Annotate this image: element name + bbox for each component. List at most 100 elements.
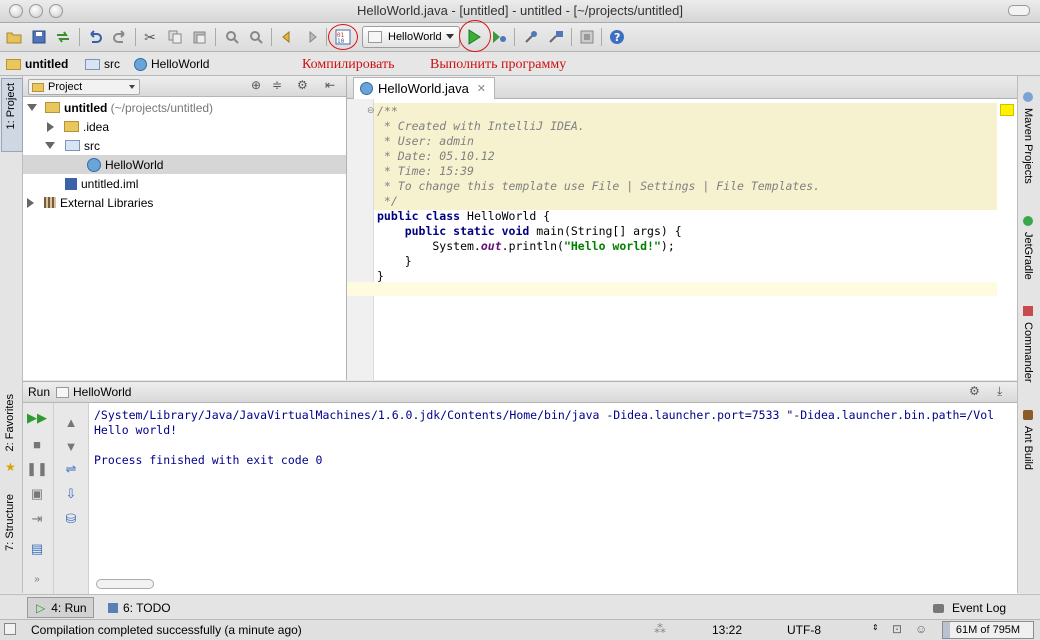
sdk-icon[interactable] — [577, 27, 597, 47]
layout-icon[interactable]: ▤ — [29, 541, 45, 556]
toggle-tool-buttons-icon[interactable] — [4, 623, 16, 635]
tree-row-src[interactable]: src — [23, 136, 346, 155]
structure-icon[interactable] — [546, 27, 566, 47]
run-config-combo[interactable]: HelloWorld — [362, 26, 460, 48]
run-icon[interactable] — [464, 27, 484, 47]
gear-icon[interactable]: ⚙ — [969, 384, 980, 398]
left-tool-stripe: 1: Project 2: Favorites ★ 7: Structure — [0, 76, 23, 593]
folder-icon — [85, 58, 100, 70]
tree-row-helloworld[interactable]: HelloWorld — [23, 155, 346, 174]
breadcrumb-src[interactable]: src — [85, 56, 120, 72]
exit-icon[interactable]: ⇥ — [29, 511, 45, 526]
pause-icon[interactable]: ❚❚ — [26, 461, 48, 476]
code-editor[interactable]: HelloWorld.java ✕ ⊖ /** * Created with I… — [347, 76, 1017, 380]
tool-tab-project-label: 1: Project — [5, 83, 17, 130]
horizontal-scrollbar[interactable] — [96, 579, 154, 589]
breadcrumb-project[interactable]: untitled — [6, 56, 68, 72]
tool-tab-project[interactable]: 1: Project — [1, 78, 23, 152]
toolbar-toggle-button[interactable] — [1008, 5, 1030, 16]
save-icon[interactable] — [29, 27, 49, 47]
tab-helloworld-java[interactable]: HelloWorld.java ✕ — [353, 77, 495, 99]
svg-text:?: ? — [614, 31, 620, 44]
tree-row-idea[interactable]: .idea — [23, 117, 346, 136]
console-output[interactable]: /System/Library/Java/JavaVirtualMachines… — [94, 408, 999, 588]
run-toolbar-primary: ▶▶ ■ ❚❚ ▣ ⇥ ▤ » — [23, 403, 54, 594]
project-view-combo[interactable]: Project — [28, 79, 140, 95]
clear-all-icon[interactable]: ⛁ — [63, 511, 79, 526]
tree-row-iml[interactable]: untitled.iml — [23, 174, 346, 193]
expand-arrow-icon[interactable] — [45, 142, 55, 149]
tool-tab-run[interactable]: ▷ 4: Run — [27, 597, 94, 618]
keyword: public class — [377, 209, 461, 223]
tool-tab-maven[interactable]: Maven Projects — [1022, 108, 1034, 184]
inspector-icon[interactable]: ☺ — [915, 622, 927, 636]
caret-position[interactable]: 13:22 — [712, 623, 742, 637]
tree-row-root[interactable]: untitled (~/projects/untitled) — [23, 98, 346, 117]
console-line: /System/Library/Java/JavaVirtualMachines… — [94, 408, 995, 422]
encoding-selector[interactable]: UTF-8 — [787, 623, 821, 637]
back-icon[interactable] — [277, 27, 297, 47]
find-icon[interactable] — [222, 27, 242, 47]
tool-tab-structure[interactable]: 7: Structure — [4, 494, 16, 551]
tree-label: untitled — [64, 100, 108, 115]
maven-icon — [1023, 92, 1033, 102]
breadcrumb-label: HelloWorld — [151, 57, 210, 71]
minimize-panel-icon[interactable]: ⤓ — [997, 384, 1002, 399]
make-icon[interactable]: 01 10 — [333, 27, 353, 47]
help-icon[interactable]: ? — [607, 27, 627, 47]
class-icon — [134, 57, 147, 71]
settings-icon[interactable] — [521, 27, 541, 47]
code-line-12: } — [377, 269, 384, 283]
project-panel-header: Project ⊕ ≑ ⚙ ⇤ — [23, 76, 346, 97]
lock-icon[interactable]: ⊡ — [892, 622, 902, 636]
open-icon[interactable] — [4, 27, 24, 47]
locate-icon[interactable]: ⊕ — [251, 78, 261, 92]
scroll-to-end-icon[interactable]: ⇩ — [63, 486, 79, 501]
expand-arrow-icon[interactable] — [47, 121, 54, 132]
arrow-down-icon[interactable]: ▼ — [63, 439, 79, 454]
tool-tab-event-log[interactable]: Event Log — [933, 601, 1006, 615]
inspection-status-icon[interactable] — [1000, 104, 1014, 116]
gear-icon[interactable]: ⚙ — [297, 78, 308, 92]
source-folder-icon — [65, 140, 80, 151]
hide-icon[interactable]: ⇤ — [325, 78, 335, 92]
redo-icon[interactable] — [110, 27, 130, 47]
memory-indicator[interactable]: 61M of 795M — [942, 621, 1034, 639]
tree-label: External Libraries — [60, 195, 154, 210]
tool-tab-ant-build[interactable]: Ant Build — [1022, 426, 1034, 470]
fold-icon[interactable]: ⊖ — [367, 105, 375, 116]
soft-wrap-icon[interactable]: ⇌ — [63, 461, 79, 476]
dump-threads-icon[interactable]: ▣ — [29, 486, 45, 501]
tool-tab-jetgradle[interactable]: JetGradle — [1022, 232, 1034, 280]
expand-arrow-icon[interactable] — [27, 104, 37, 111]
tree-row-libraries[interactable]: External Libraries — [23, 193, 346, 212]
rerun-icon[interactable]: ▶▶ — [27, 410, 47, 425]
close-icon[interactable]: ✕ — [477, 82, 486, 95]
code-line-2: * Created with IntelliJ IDEA. — [377, 119, 585, 133]
forward-icon[interactable] — [302, 27, 322, 47]
toolbar-separator — [514, 28, 515, 46]
sync-icon[interactable] — [53, 27, 73, 47]
replace-icon[interactable] — [246, 27, 266, 47]
arrow-up-icon[interactable]: ▲ — [63, 415, 79, 430]
code-line-8: public class HelloWorld { — [377, 209, 550, 224]
tool-tab-todo[interactable]: 6: TODO — [108, 601, 171, 615]
collapse-icon[interactable]: ≑ — [272, 78, 282, 92]
tool-tab-commander[interactable]: Commander — [1022, 322, 1034, 383]
folder-icon — [64, 121, 79, 132]
stop-icon[interactable]: ■ — [29, 437, 45, 452]
folder-icon — [32, 82, 44, 92]
tool-tab-event-log-label: Event Log — [952, 601, 1007, 615]
breadcrumb-label: untitled — [25, 57, 69, 71]
copy-icon[interactable] — [165, 27, 185, 47]
tool-tab-favorites[interactable]: 2: Favorites — [4, 394, 16, 451]
paste-icon[interactable] — [190, 27, 210, 47]
run-tab-label[interactable]: HelloWorld — [73, 385, 131, 399]
undo-icon[interactable] — [85, 27, 105, 47]
more-icon[interactable]: » — [29, 572, 45, 586]
cut-icon[interactable]: ✂ — [140, 27, 160, 47]
debug-icon[interactable] — [489, 27, 509, 47]
breadcrumb-class[interactable]: HelloWorld — [134, 56, 209, 72]
expand-arrow-icon[interactable] — [27, 197, 34, 208]
console-line: Hello world! — [94, 423, 178, 437]
